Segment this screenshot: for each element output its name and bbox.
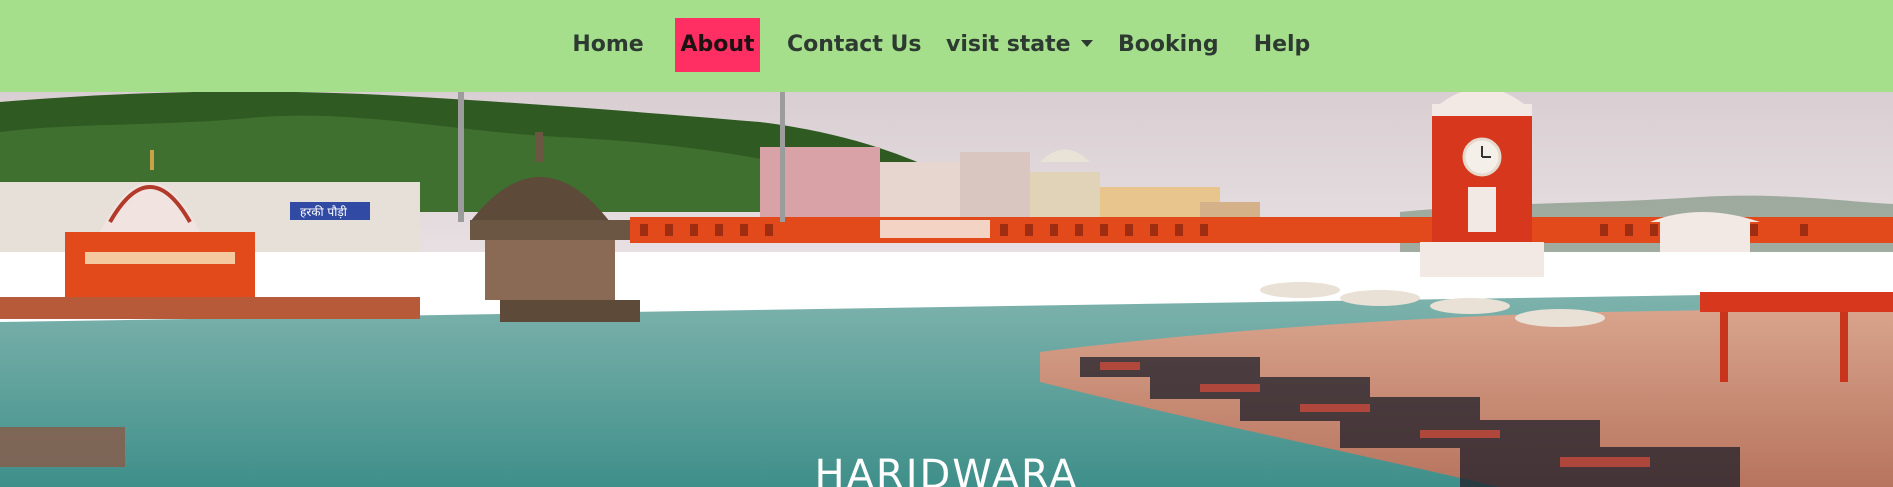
top-navbar: Home About Contact Us visit state Bookin… — [0, 0, 1893, 92]
ghat-sign-text: हरकी पौड़ी — [300, 205, 348, 219]
nav-contact-us[interactable]: Contact Us — [787, 18, 921, 72]
nav-home-label: Home — [572, 32, 644, 57]
nav-visit-state-label: visit state — [946, 32, 1071, 57]
nav-help[interactable]: Help — [1252, 18, 1312, 72]
nav-help-label: Help — [1253, 32, 1311, 57]
nav-booking-label: Booking — [1118, 32, 1219, 57]
caret-down-icon — [1080, 39, 1093, 47]
nav-visit-state-dropdown[interactable]: visit state — [946, 18, 1093, 72]
nav-home[interactable]: Home — [570, 18, 646, 72]
nav-about[interactable]: About — [675, 18, 760, 72]
nav-contact-us-label: Contact Us — [787, 32, 922, 57]
hero-title: HARIDWARA — [814, 452, 1079, 487]
hero-image: हरकी पौड़ी — [0, 92, 1893, 487]
nav-booking[interactable]: Booking — [1118, 18, 1219, 72]
nav-about-label: About — [680, 32, 755, 57]
nav-menu: Home About Contact Us visit state Bookin… — [0, 18, 1893, 72]
hero-banner: हरकी पौड़ी HARIDWARA — [0, 92, 1893, 487]
